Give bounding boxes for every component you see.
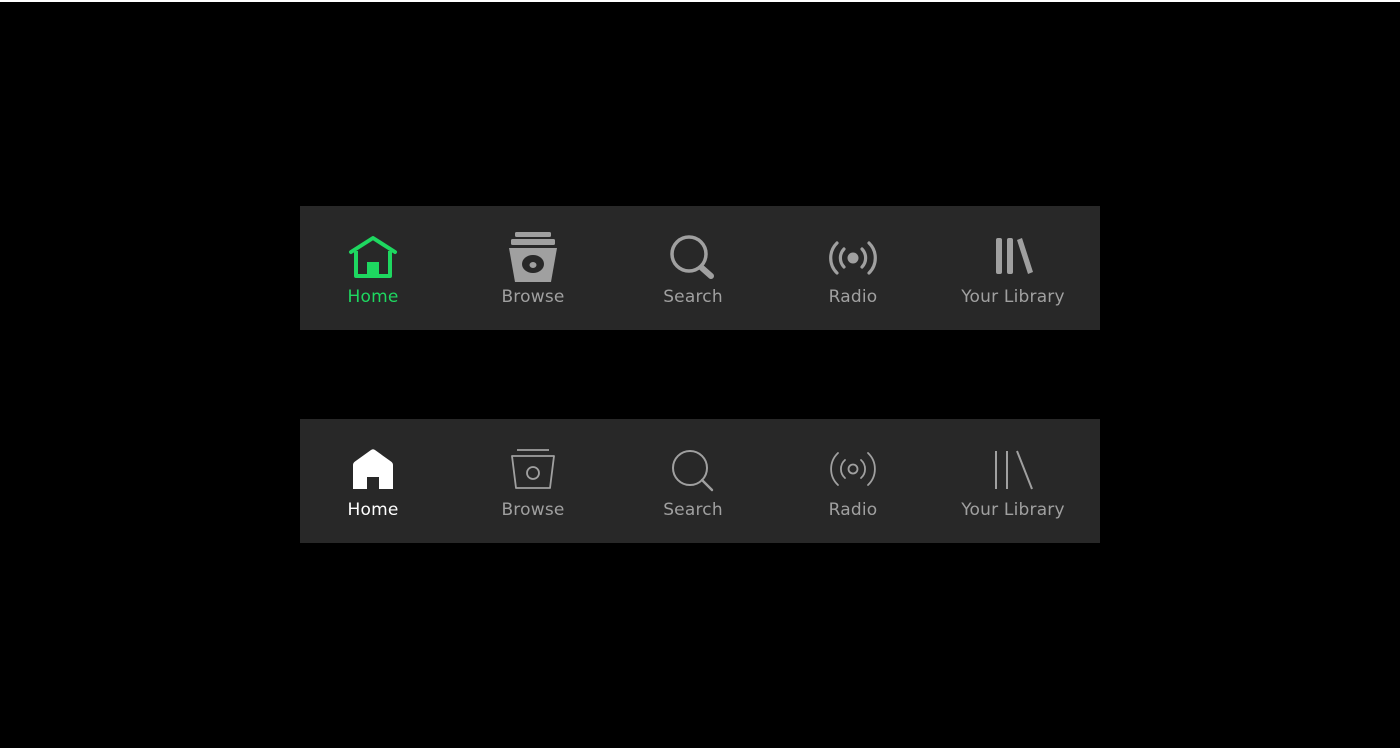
tab-bar-outline: Home Browse Search Radio Your Library [300, 419, 1100, 543]
library-icon [987, 232, 1039, 284]
tab-bar-bold: Home Browse Search Radio Your Library [300, 206, 1100, 330]
tab-search[interactable]: Search [613, 206, 773, 330]
radio-icon [827, 445, 879, 497]
browse-icon [507, 445, 559, 497]
tab-label: Radio [828, 287, 878, 307]
tab-label: Search [663, 500, 723, 520]
tab-search[interactable]: Search [613, 419, 773, 543]
tab-browse[interactable]: Browse [453, 206, 613, 330]
home-icon [347, 232, 399, 284]
tab-your-library[interactable]: Your Library [933, 419, 1093, 543]
tab-label: Radio [828, 500, 878, 520]
tab-label: Search [663, 287, 723, 307]
tab-label: Home [347, 287, 399, 307]
tab-browse[interactable]: Browse [453, 419, 613, 543]
search-icon [667, 445, 719, 497]
library-icon [987, 445, 1039, 497]
tab-label: Your Library [961, 500, 1065, 520]
tab-home[interactable]: Home [293, 419, 453, 543]
tab-radio[interactable]: Radio [773, 419, 933, 543]
tab-label: Browse [501, 500, 565, 520]
tab-your-library[interactable]: Your Library [933, 206, 1093, 330]
tab-label: Home [347, 500, 399, 520]
home-icon [347, 445, 399, 497]
browse-icon [507, 232, 559, 284]
tab-radio[interactable]: Radio [773, 206, 933, 330]
top-border-line [0, 0, 1400, 2]
radio-icon [827, 232, 879, 284]
search-icon [667, 232, 719, 284]
tab-label: Your Library [961, 287, 1065, 307]
tab-label: Browse [501, 287, 565, 307]
tab-home[interactable]: Home [293, 206, 453, 330]
